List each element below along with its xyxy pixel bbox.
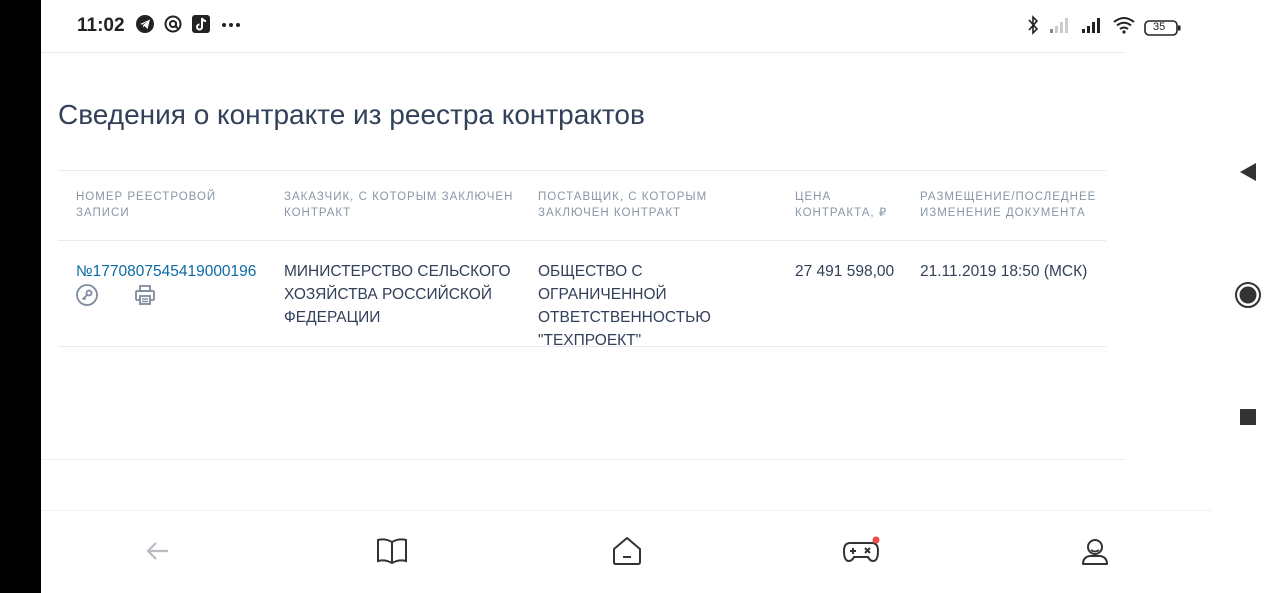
system-home-button[interactable] xyxy=(1235,281,1261,309)
document-date: 21.11.2019 18:50 (МСК) xyxy=(920,263,1088,280)
status-bar: 11:02 35 xyxy=(41,0,1212,52)
telegram-icon xyxy=(135,14,155,39)
page-title: Сведения о контракте из реестра контракт… xyxy=(58,99,645,130)
table-row: №1770807545419000196 МИНИСТЕРСТВО СЕЛЬСК… xyxy=(58,241,1106,349)
registry-number-link[interactable]: №1770807545419000196 xyxy=(76,260,276,283)
header-customer: ЗАКАЗЧИК, С КОТОРЫМ ЗАКЛЮЧЕН КОНТРАКТ xyxy=(284,191,514,219)
back-arrow-icon xyxy=(143,536,173,571)
battery-icon: 35 xyxy=(1144,18,1182,38)
system-recents-button[interactable] xyxy=(1236,407,1260,431)
tiktok-icon xyxy=(191,14,211,39)
header-date: РАЗМЕЩЕНИЕ/ПОСЛЕДНЕЕ ИЗМЕНЕНИЕ ДОКУМЕНТА xyxy=(920,191,1097,219)
contract-price: 27 491 598,00 xyxy=(795,263,895,280)
system-back-icon xyxy=(1238,161,1258,188)
more-dots-icon xyxy=(219,14,243,39)
nav-games-button[interactable] xyxy=(841,533,881,573)
battery-level: 35 xyxy=(1153,20,1166,33)
contracts-table: НОМЕР РЕЕСТРОВОЙ ЗАПИСИ ЗАКАЗЧИК, С КОТО… xyxy=(58,170,1106,349)
key-icon[interactable] xyxy=(75,283,99,312)
home-icon xyxy=(610,535,644,572)
status-left-icons xyxy=(135,14,243,39)
row-actions xyxy=(75,283,157,312)
nav-home-button[interactable] xyxy=(607,533,647,573)
page-content: Сведения о контракте из реестра контракт… xyxy=(41,52,1125,511)
system-home-icon xyxy=(1234,281,1262,314)
signal-weak-icon xyxy=(1048,15,1072,40)
nav-back-button[interactable] xyxy=(138,533,178,573)
section-divider xyxy=(41,459,1125,460)
supplier-name: ОБЩЕСТВО С ОГРАНИЧЕННОЙ ОТВЕТСТВЕННОСТЬЮ… xyxy=(538,263,711,349)
bluetooth-icon xyxy=(1026,14,1040,41)
header-registry-number: НОМЕР РЕЕСТРОВОЙ ЗАПИСИ xyxy=(76,191,217,219)
browser-screen: 11:02 35 Сведения о контракте из реестра… xyxy=(41,0,1212,593)
system-back-button[interactable] xyxy=(1236,162,1260,186)
nav-profile-button[interactable] xyxy=(1075,533,1115,573)
print-icon[interactable] xyxy=(133,283,157,312)
status-time: 11:02 xyxy=(77,15,125,36)
customer-name: МИНИСТЕРСТВО СЕЛЬСКОГО ХОЗЯЙСТВА РОССИЙС… xyxy=(284,263,511,326)
gamepad-icon xyxy=(841,535,881,572)
bottom-nav-bar xyxy=(41,510,1212,593)
status-right-icons: 35 xyxy=(1026,14,1182,41)
header-price: ЦЕНА КОНТРАКТА, ₽ xyxy=(795,191,888,219)
at-sign-icon xyxy=(163,14,183,39)
system-recents-icon xyxy=(1239,408,1257,431)
header-supplier: ПОСТАВЩИК, С КОТОРЫМ ЗАКЛЮЧЕН КОНТРАКТ xyxy=(538,191,708,219)
signal-strong-icon xyxy=(1080,15,1104,40)
table-header: НОМЕР РЕЕСТРОВОЙ ЗАПИСИ ЗАКАЗЧИК, С КОТО… xyxy=(58,171,1106,241)
wifi-icon xyxy=(1112,15,1136,40)
nav-bookmarks-button[interactable] xyxy=(372,533,412,573)
system-nav-bar xyxy=(1212,0,1284,593)
book-icon xyxy=(375,536,409,571)
profile-icon xyxy=(1079,535,1111,572)
